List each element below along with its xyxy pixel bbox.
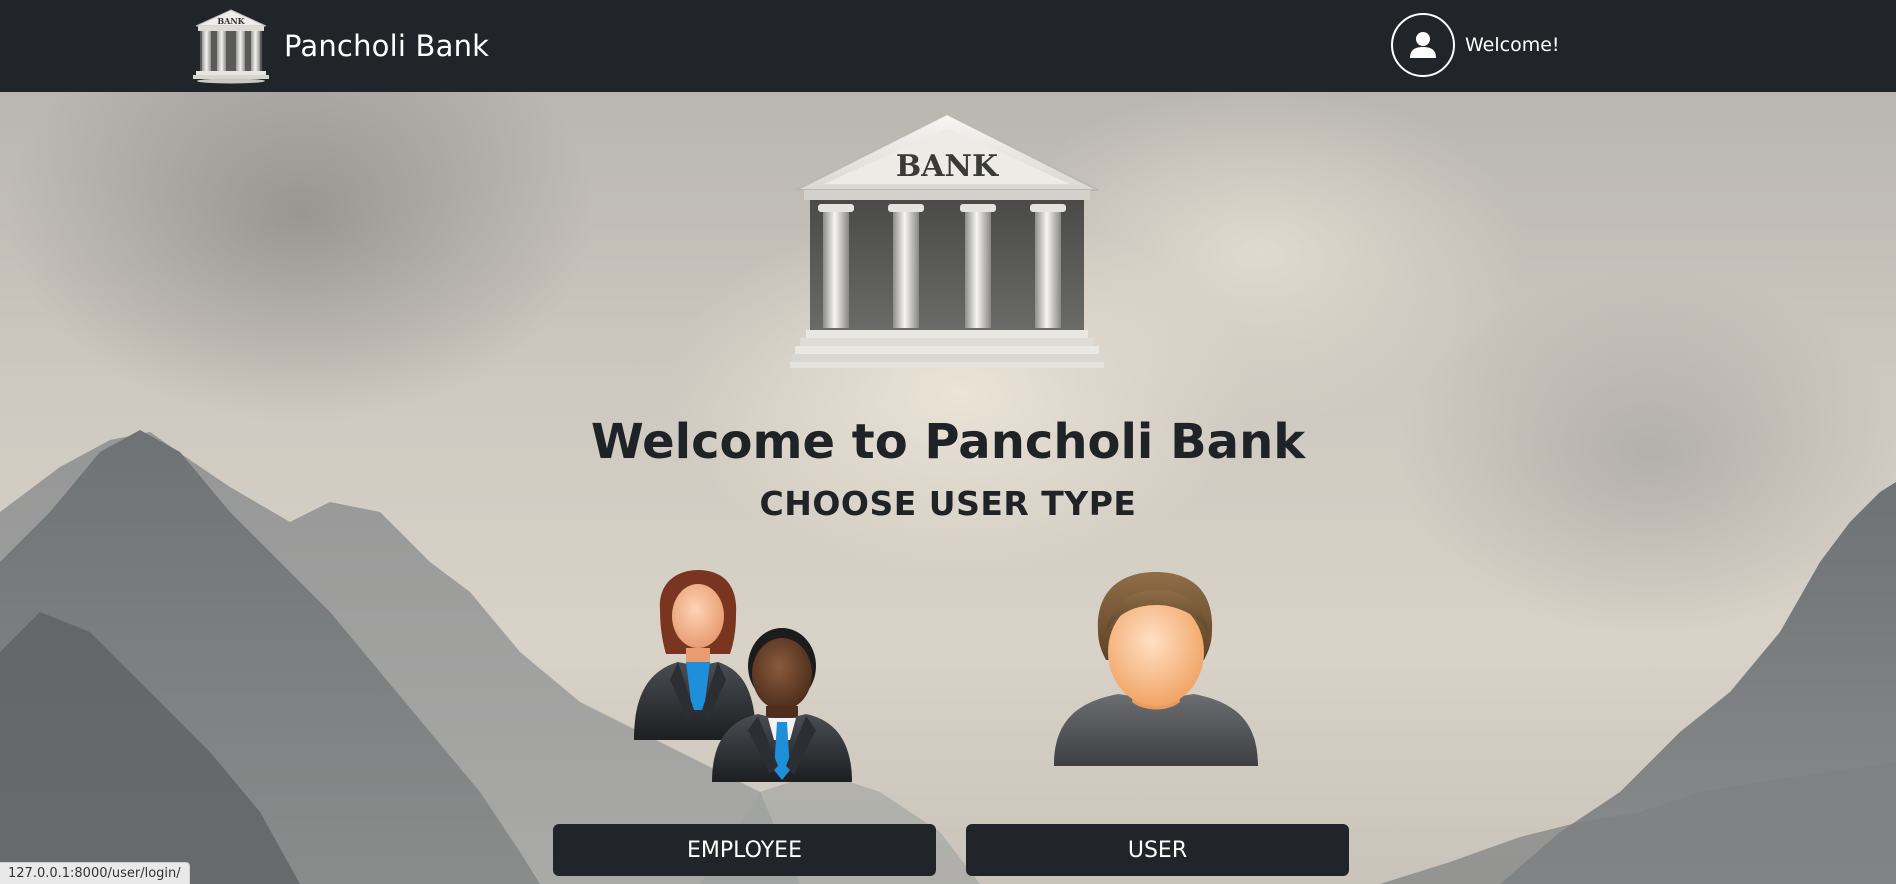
hero-section: BANK Welcome to Pancholi Bank CHOOSE USE… <box>0 92 1896 884</box>
user-menu[interactable]: Welcome! <box>1391 13 1560 77</box>
page-title: Welcome to Pancholi Bank <box>590 414 1306 470</box>
bank-building-icon: BANK <box>790 112 1104 368</box>
welcome-text: Welcome! <box>1465 34 1560 56</box>
user-avatar-icon <box>1054 572 1258 766</box>
svg-text:BANK: BANK <box>217 16 245 26</box>
user-button[interactable]: USER <box>966 824 1349 876</box>
status-bar-url: 127.0.0.1:8000/user/login/ <box>0 862 190 884</box>
brand-name: Pancholi Bank <box>284 29 490 63</box>
avatar[interactable] <box>1391 13 1455 77</box>
user-icon <box>1410 32 1436 58</box>
navbar: BANK Pancholi Bank Welcome! <box>0 0 1896 92</box>
svg-text:BANK: BANK <box>896 149 999 184</box>
employee-button[interactable]: EMPLOYEE <box>553 824 936 876</box>
page-subtitle: CHOOSE USER TYPE <box>759 484 1137 523</box>
employees-icon <box>634 570 852 782</box>
bank-logo-icon: BANK <box>193 9 269 84</box>
brand-link[interactable]: BANK Pancholi Bank <box>190 8 489 84</box>
